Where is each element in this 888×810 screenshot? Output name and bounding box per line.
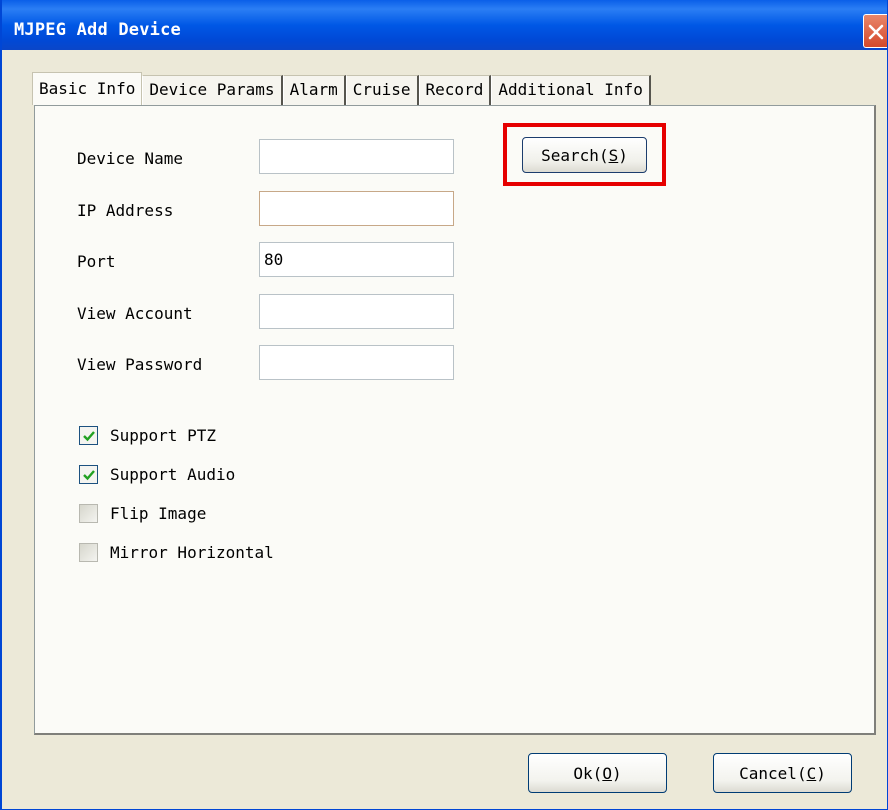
add-device-dialog: MJPEG Add Device Basic Info Device Param…: [0, 0, 888, 810]
tab-strip: Basic Info Device Params Alarm Cruise Re…: [32, 72, 651, 105]
close-icon: [868, 24, 884, 40]
mirror-horizontal-label: Mirror Horizontal: [110, 542, 274, 562]
tab-alarm[interactable]: Alarm: [282, 75, 346, 105]
flip-image-label: Flip Image: [110, 503, 207, 523]
ip-address-label: IP Address: [77, 201, 174, 220]
checkbox-box[interactable]: [79, 464, 98, 484]
support-audio-label: Support Audio: [110, 464, 236, 484]
close-button[interactable]: [863, 14, 887, 48]
ip-address-input[interactable]: [259, 191, 454, 226]
port-label: Port: [77, 252, 116, 271]
cancel-button-label: Cancel(: [739, 763, 807, 783]
ok-button-suffix: ): [611, 763, 622, 783]
search-button-mnemonic: S: [608, 145, 619, 165]
search-button[interactable]: Search(S): [522, 137, 647, 173]
view-password-label: View Password: [77, 355, 203, 374]
view-password-input[interactable]: [259, 345, 454, 380]
checkbox-box[interactable]: [79, 425, 98, 445]
view-account-input[interactable]: [259, 294, 454, 329]
check-icon: [83, 430, 95, 441]
view-account-label: View Account: [77, 304, 193, 323]
support-ptz-checkbox[interactable]: Support PTZ: [79, 424, 216, 446]
tab-device-params[interactable]: Device Params: [142, 75, 283, 105]
tab-basic-info[interactable]: Basic Info: [32, 72, 143, 105]
search-button-suffix: ): [618, 145, 628, 165]
port-input[interactable]: [259, 242, 454, 277]
check-icon: [83, 469, 95, 480]
title-bar[interactable]: MJPEG Add Device: [2, 0, 887, 50]
device-name-label: Device Name: [77, 149, 183, 168]
tab-additional-info[interactable]: Additional Info: [491, 75, 651, 105]
flip-image-checkbox[interactable]: Flip Image: [79, 502, 206, 524]
ok-button[interactable]: Ok(O): [528, 753, 667, 793]
cancel-button[interactable]: Cancel(C): [713, 753, 852, 793]
basic-info-panel: Device Name IP Address Port View Account…: [34, 105, 876, 735]
window-title: MJPEG Add Device: [14, 20, 181, 40]
cancel-button-suffix: ): [816, 763, 826, 783]
tab-record[interactable]: Record: [418, 75, 492, 105]
checkbox-box[interactable]: [79, 542, 98, 562]
support-audio-checkbox[interactable]: Support Audio: [79, 463, 235, 485]
mirror-horizontal-checkbox[interactable]: Mirror Horizontal: [79, 541, 274, 563]
search-button-label: Search(: [541, 145, 609, 165]
cancel-button-mnemonic: C: [806, 763, 817, 783]
ok-button-label: Ok(: [573, 763, 603, 783]
support-ptz-label: Support PTZ: [110, 425, 216, 445]
ok-button-mnemonic: O: [602, 763, 612, 783]
tab-cruise[interactable]: Cruise: [345, 75, 419, 105]
device-name-input[interactable]: [259, 139, 454, 174]
checkbox-box[interactable]: [79, 503, 98, 523]
